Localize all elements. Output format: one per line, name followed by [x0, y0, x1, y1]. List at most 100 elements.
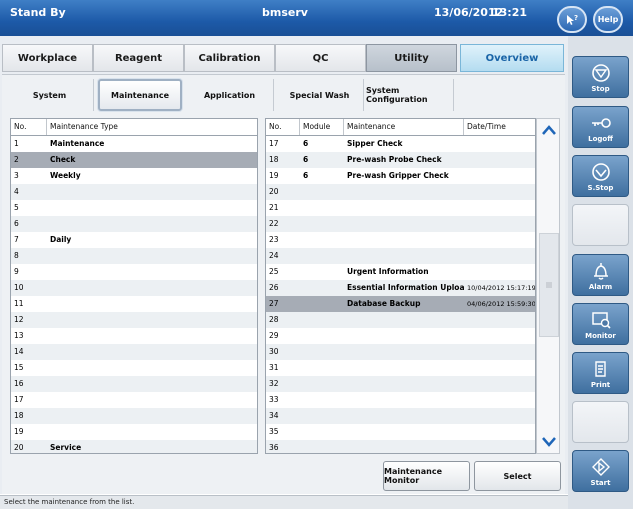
tab-reagent[interactable]: Reagent	[93, 44, 184, 72]
alarm-button[interactable]: Alarm	[572, 254, 629, 296]
table-row[interactable]: 15	[11, 360, 257, 376]
table-row[interactable]: 19	[11, 424, 257, 440]
row-number: 12	[14, 315, 24, 324]
maintenance-name	[344, 440, 464, 453]
scroll-up-button[interactable]	[538, 121, 559, 139]
maintenance-monitor-button[interactable]: Maintenance Monitor	[383, 461, 470, 491]
maintenance-name: Essential Information Upload	[347, 283, 464, 292]
maintenance-name: Database Backup	[347, 299, 421, 308]
table-row[interactable]: 9	[11, 264, 257, 280]
table-row[interactable]: 24	[266, 248, 535, 264]
row-number: 10	[14, 283, 24, 292]
table-row[interactable]: 31	[266, 360, 535, 376]
table-row[interactable]: 34	[266, 408, 535, 424]
subtab-system[interactable]: System	[6, 79, 94, 111]
subtab-system-configuration[interactable]: System Configuration	[366, 79, 454, 111]
table-row[interactable]: 21	[266, 200, 535, 216]
empty-slot-button	[572, 204, 629, 246]
table-row[interactable]: 35	[266, 424, 535, 440]
row-number: 4	[14, 187, 19, 196]
maintenance-type	[47, 248, 257, 264]
maintenance-name	[344, 408, 464, 424]
table-row[interactable]: 4	[11, 184, 257, 200]
table-row[interactable]: 25 Urgent Information	[266, 264, 535, 280]
date-time	[464, 136, 535, 152]
table-row[interactable]: 17	[11, 392, 257, 408]
table-row[interactable]: 32	[266, 376, 535, 392]
subtab-special-wash[interactable]: Special Wash	[276, 79, 364, 111]
maintenance-name	[344, 392, 464, 408]
table-row[interactable]: 3 Weekly	[11, 168, 257, 184]
table-row[interactable]: 16	[11, 376, 257, 392]
table-row[interactable]: 10	[11, 280, 257, 296]
table-row[interactable]: 18	[11, 408, 257, 424]
column-maintenance: Maintenance	[344, 119, 464, 135]
select-button[interactable]: Select	[474, 461, 561, 491]
table-row[interactable]: 2 Check	[11, 152, 257, 168]
context-help-button[interactable]: ?	[557, 6, 587, 33]
row-number: 21	[269, 203, 279, 212]
table-row[interactable]: 12	[11, 312, 257, 328]
date-time	[464, 312, 535, 328]
table-row[interactable]: 6	[11, 216, 257, 232]
table-row[interactable]: 20	[266, 184, 535, 200]
date-time	[464, 168, 535, 184]
scroll-thumb[interactable]	[539, 233, 559, 337]
start-button[interactable]: Start	[572, 450, 629, 492]
table-row[interactable]: 23	[266, 232, 535, 248]
tab-overview[interactable]: Overview	[460, 44, 564, 72]
table-row[interactable]: 33	[266, 392, 535, 408]
table-row[interactable]: 11	[11, 296, 257, 312]
column-date-time: Date/Time	[467, 122, 506, 131]
module-number	[300, 328, 344, 344]
table-row[interactable]: 5	[11, 200, 257, 216]
module-number	[300, 280, 344, 296]
maintenance-type	[47, 280, 257, 296]
module-number	[300, 296, 344, 312]
subtab-maintenance[interactable]: Maintenance	[98, 79, 182, 111]
tab-workplace[interactable]: Workplace	[2, 44, 93, 72]
list-scrollbar[interactable]	[536, 118, 560, 454]
sampling-stop-button[interactable]: S.Stop	[572, 155, 629, 197]
maintenance-type	[47, 328, 257, 344]
table-row[interactable]: 1 Maintenance	[11, 136, 257, 152]
table-row[interactable]: 8	[11, 248, 257, 264]
print-button[interactable]: Print	[572, 352, 629, 394]
module-number	[300, 248, 344, 264]
table-row[interactable]: 17 6 Sipper Check	[266, 136, 535, 152]
maintenance-type	[47, 376, 257, 392]
table-row[interactable]: 28	[266, 312, 535, 328]
monitor-button[interactable]: Monitor	[572, 303, 629, 345]
table-row[interactable]: 30	[266, 344, 535, 360]
table-row[interactable]: 7 Daily	[11, 232, 257, 248]
maintenance-name: Pre-wash Probe Check	[347, 155, 442, 164]
table-row[interactable]: 13	[11, 328, 257, 344]
scroll-down-button[interactable]	[538, 433, 559, 451]
table-row[interactable]: 22	[266, 216, 535, 232]
table-row[interactable]: 26 Essential Information Upload 10/04/2012…	[266, 280, 535, 296]
row-number: 19	[14, 427, 24, 436]
column-module: Module	[300, 119, 344, 135]
tab-utility[interactable]: Utility	[366, 44, 457, 72]
table-row[interactable]: 36	[266, 440, 535, 453]
row-number: 13	[14, 331, 24, 340]
tab-qc[interactable]: QC	[275, 44, 366, 72]
table-row[interactable]: 19 6 Pre-wash Gripper Check	[266, 168, 535, 184]
module-number: 6	[303, 155, 309, 164]
table-row[interactable]: 18 6 Pre-wash Probe Check	[266, 152, 535, 168]
logoff-button[interactable]: Logoff	[572, 106, 629, 148]
help-button[interactable]: Help	[593, 6, 623, 33]
table-row[interactable]: 20 Service	[11, 440, 257, 453]
table-row[interactable]: 29	[266, 328, 535, 344]
subtab-application[interactable]: Application	[186, 79, 274, 111]
maintenance-type-header: No. Maintenance Type	[11, 119, 257, 136]
tab-calibration[interactable]: Calibration	[184, 44, 275, 72]
row-number: 27	[269, 299, 279, 308]
maintenance-name	[344, 360, 464, 376]
table-row[interactable]: 27 Database Backup 04/06/2012 15:59:30	[266, 296, 535, 312]
table-row[interactable]: 14	[11, 344, 257, 360]
row-number: 35	[269, 427, 279, 436]
module-number	[300, 200, 344, 216]
system-status: Stand By	[10, 6, 66, 19]
stop-button[interactable]: Stop	[572, 56, 629, 98]
